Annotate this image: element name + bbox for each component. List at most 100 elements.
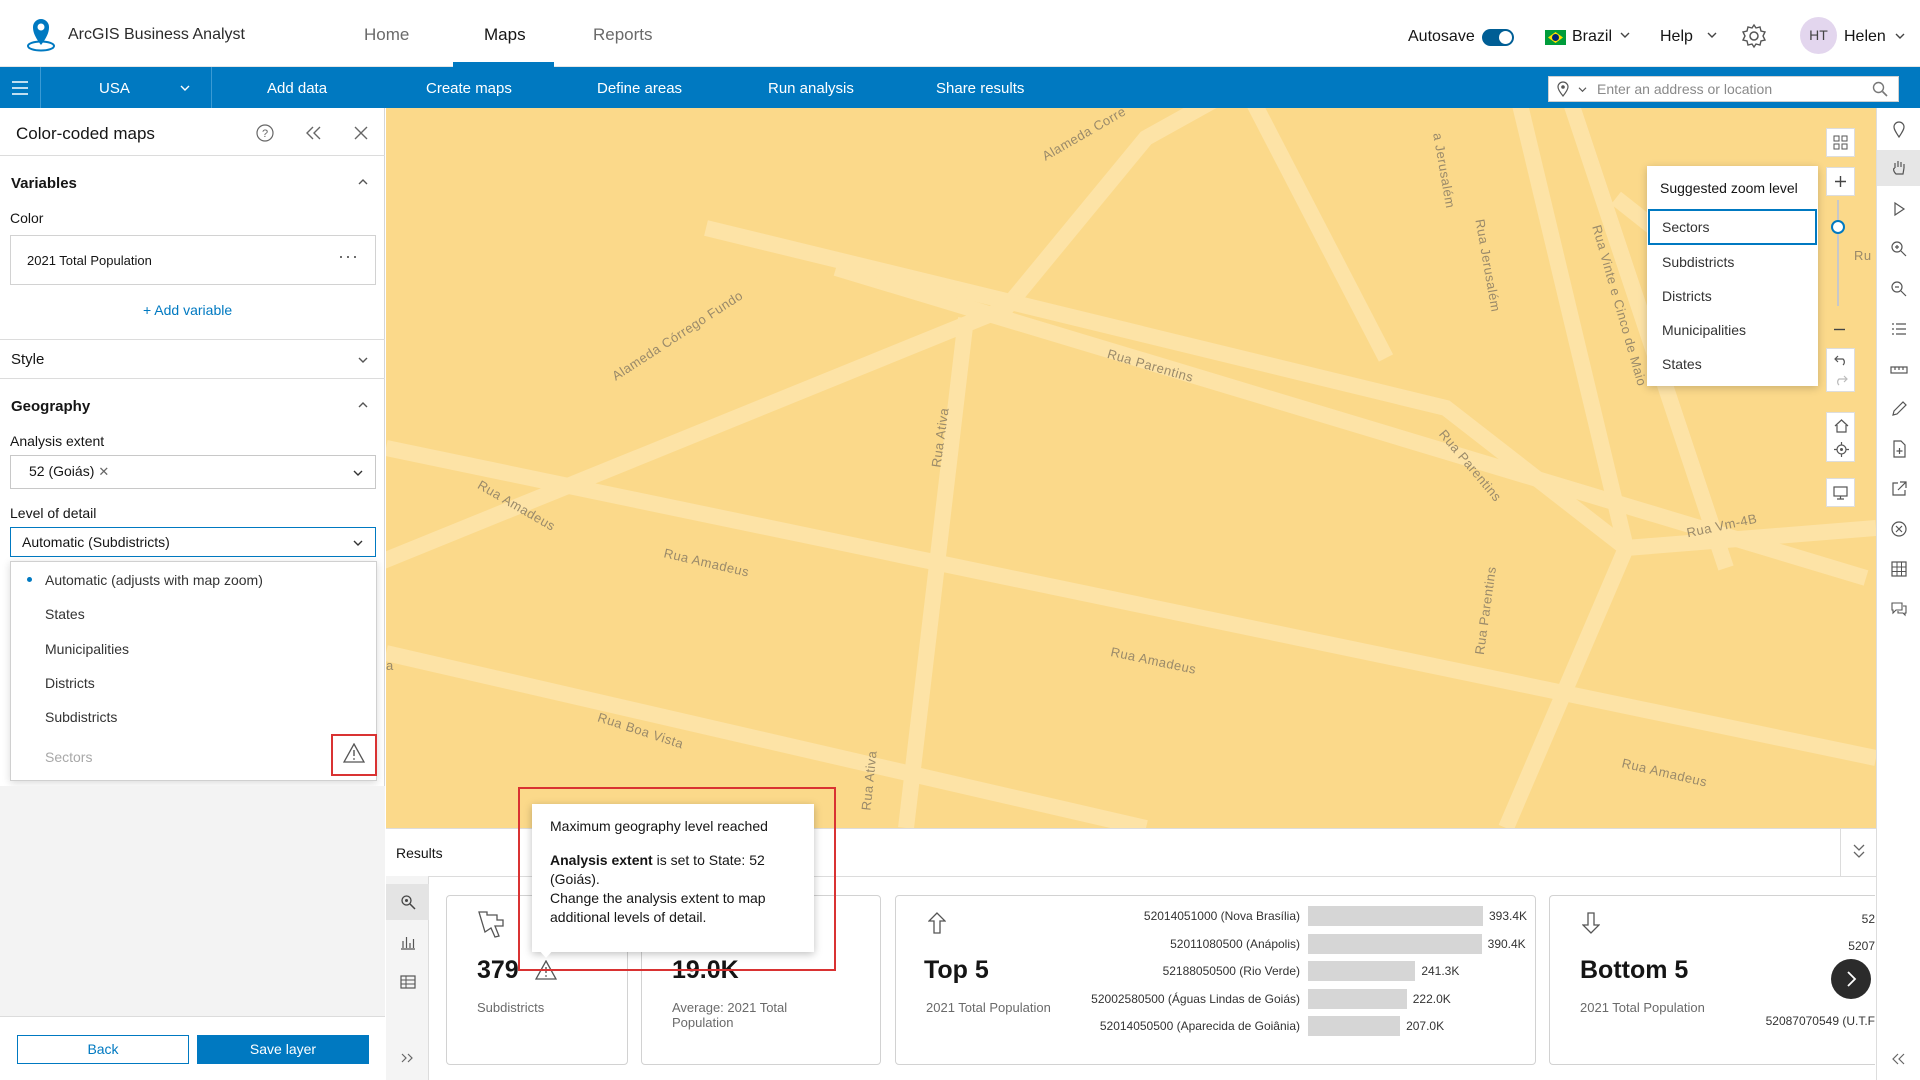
pan-hand-icon[interactable] bbox=[1890, 159, 1908, 177]
zoom-option-subdistricts[interactable]: Subdistricts bbox=[1662, 254, 1734, 270]
chevron-down-icon[interactable] bbox=[1707, 31, 1717, 39]
zoom-option-districts[interactable]: Districts bbox=[1662, 288, 1712, 304]
table-icon[interactable] bbox=[400, 974, 416, 990]
top5-bar[interactable] bbox=[1308, 989, 1407, 1009]
tab-reports[interactable]: Reports bbox=[593, 25, 653, 45]
export-icon[interactable] bbox=[1890, 480, 1908, 498]
color-label: Color bbox=[10, 210, 43, 226]
chevron-up-icon[interactable] bbox=[358, 401, 368, 409]
locate-icon[interactable] bbox=[1834, 442, 1849, 457]
toolbar-define-areas[interactable]: Define areas bbox=[597, 80, 682, 97]
measure-ruler-icon[interactable] bbox=[1890, 360, 1908, 378]
zoom-slider-track[interactable] bbox=[1837, 200, 1839, 306]
country-select[interactable]: USA bbox=[99, 80, 130, 97]
zoom-in-button[interactable] bbox=[1826, 167, 1855, 196]
basemap-gallery-icon[interactable] bbox=[1826, 128, 1855, 157]
variable-field[interactable]: 2021 Total Population ··· bbox=[10, 235, 376, 285]
analysis-extent-select[interactable]: 52 (Goiás)✕ bbox=[10, 455, 376, 489]
top5-value-label: 241.3K bbox=[1421, 964, 1459, 978]
remove-chip-icon[interactable]: ✕ bbox=[98, 464, 109, 479]
help-icon[interactable]: ? bbox=[256, 124, 274, 142]
toolbar-share-results[interactable]: Share results bbox=[936, 80, 1024, 97]
level-of-detail-select[interactable]: Automatic (Subdistricts) bbox=[10, 527, 376, 557]
panel-title: Color-coded maps bbox=[16, 124, 155, 144]
undo-icon[interactable] bbox=[1834, 354, 1848, 366]
add-variable-link[interactable]: + Add variable bbox=[143, 302, 232, 318]
zoom-option-sectors[interactable]: Sectors bbox=[1662, 219, 1709, 235]
add-document-icon[interactable] bbox=[1890, 440, 1908, 458]
save-layer-button[interactable]: Save layer bbox=[197, 1035, 369, 1064]
home-icon[interactable] bbox=[1834, 419, 1849, 433]
sketch-pen-icon[interactable] bbox=[1890, 400, 1908, 418]
dropdown-option[interactable]: States bbox=[11, 600, 376, 628]
zoom-option-municipalities[interactable]: Municipalities bbox=[1662, 322, 1746, 338]
help-menu[interactable]: Help bbox=[1660, 28, 1693, 46]
location-pin-icon[interactable] bbox=[1557, 81, 1569, 97]
zoom-out-button[interactable] bbox=[1826, 316, 1855, 345]
option-label: States bbox=[45, 606, 85, 622]
tab-home[interactable]: Home bbox=[364, 25, 409, 45]
variables-heading[interactable]: Variables bbox=[11, 175, 77, 192]
result-card-bottom5[interactable]: Bottom 5 2021 Total Population 52 5207 5… bbox=[1549, 895, 1875, 1065]
toolbar-run-analysis[interactable]: Run analysis bbox=[768, 80, 854, 97]
collapse-results-button[interactable] bbox=[1840, 828, 1876, 876]
legend-list-icon[interactable] bbox=[1890, 320, 1908, 338]
dropdown-option[interactable]: Automatic (adjusts with map zoom) bbox=[11, 566, 376, 594]
close-icon[interactable] bbox=[354, 126, 368, 140]
autosave-toggle[interactable] bbox=[1482, 29, 1514, 46]
zoom-to-icon[interactable] bbox=[400, 894, 416, 910]
avatar[interactable]: HT bbox=[1800, 17, 1837, 54]
zoom-out-tool-icon[interactable] bbox=[1890, 280, 1908, 298]
gear-icon[interactable] bbox=[1741, 23, 1767, 49]
location-search[interactable] bbox=[1548, 76, 1899, 102]
top5-bar[interactable] bbox=[1308, 961, 1415, 981]
chevron-down-icon[interactable] bbox=[353, 539, 363, 547]
more-options-icon[interactable]: ··· bbox=[338, 246, 359, 267]
toolbar-add-data[interactable]: Add data bbox=[267, 80, 327, 97]
chevron-down-icon[interactable] bbox=[1620, 31, 1630, 39]
chevron-down-icon[interactable] bbox=[353, 469, 363, 477]
expand-side-icon[interactable] bbox=[400, 1052, 414, 1064]
pin-icon[interactable] bbox=[1890, 120, 1908, 138]
top5-bar[interactable] bbox=[1308, 906, 1483, 926]
zoom-option-states[interactable]: States bbox=[1662, 356, 1702, 372]
dropdown-option[interactable]: Municipalities bbox=[11, 635, 376, 663]
bar-chart-icon[interactable] bbox=[400, 934, 416, 950]
search-icon[interactable] bbox=[1872, 81, 1888, 97]
table-icon[interactable] bbox=[1890, 560, 1908, 578]
toolbar-create-maps[interactable]: Create maps bbox=[426, 80, 512, 97]
bottom5-row-label: 52087070549 (U.T.F bbox=[1766, 1014, 1875, 1028]
expand-rail-icon[interactable] bbox=[1890, 1050, 1908, 1068]
collapse-panel-icon[interactable] bbox=[305, 125, 323, 141]
country-selector[interactable]: Brazil bbox=[1572, 28, 1612, 46]
arrow-down-icon bbox=[1582, 912, 1600, 934]
top5-bar[interactable] bbox=[1308, 934, 1482, 954]
arcgis-logo-icon[interactable] bbox=[24, 16, 58, 52]
top5-bar[interactable] bbox=[1308, 1016, 1400, 1036]
dropdown-option[interactable]: Subdistricts bbox=[11, 703, 376, 731]
user-name[interactable]: Helen bbox=[1844, 28, 1886, 46]
chevron-down-icon[interactable] bbox=[1895, 32, 1905, 40]
presentation-icon[interactable] bbox=[1826, 478, 1855, 507]
chevron-down-icon[interactable] bbox=[1578, 86, 1587, 93]
chevron-down-icon[interactable] bbox=[358, 356, 368, 364]
redo-icon[interactable] bbox=[1834, 374, 1848, 386]
zoom-slider-handle[interactable] bbox=[1831, 220, 1845, 234]
extent-chip[interactable]: 52 (Goiás)✕ bbox=[29, 463, 109, 480]
next-card-button[interactable] bbox=[1831, 959, 1871, 999]
clear-icon[interactable] bbox=[1890, 520, 1908, 538]
search-input[interactable] bbox=[1597, 79, 1867, 99]
tab-maps[interactable]: Maps bbox=[484, 25, 526, 45]
geography-heading[interactable]: Geography bbox=[11, 398, 90, 415]
back-button[interactable]: Back bbox=[17, 1035, 189, 1064]
zoom-in-tool-icon[interactable] bbox=[1890, 240, 1908, 258]
style-heading[interactable]: Style bbox=[11, 351, 44, 368]
chevron-down-icon[interactable] bbox=[180, 84, 190, 92]
result-card-top5[interactable]: Top 5 2021 Total Population 52014051000 … bbox=[895, 895, 1536, 1065]
dropdown-option[interactable]: Districts bbox=[11, 669, 376, 697]
autosave-label: Autosave bbox=[1408, 28, 1475, 46]
comments-icon[interactable] bbox=[1890, 600, 1908, 618]
hamburger-menu-icon[interactable] bbox=[12, 81, 28, 95]
chevron-up-icon[interactable] bbox=[358, 178, 368, 186]
select-arrow-icon[interactable] bbox=[1890, 200, 1908, 218]
